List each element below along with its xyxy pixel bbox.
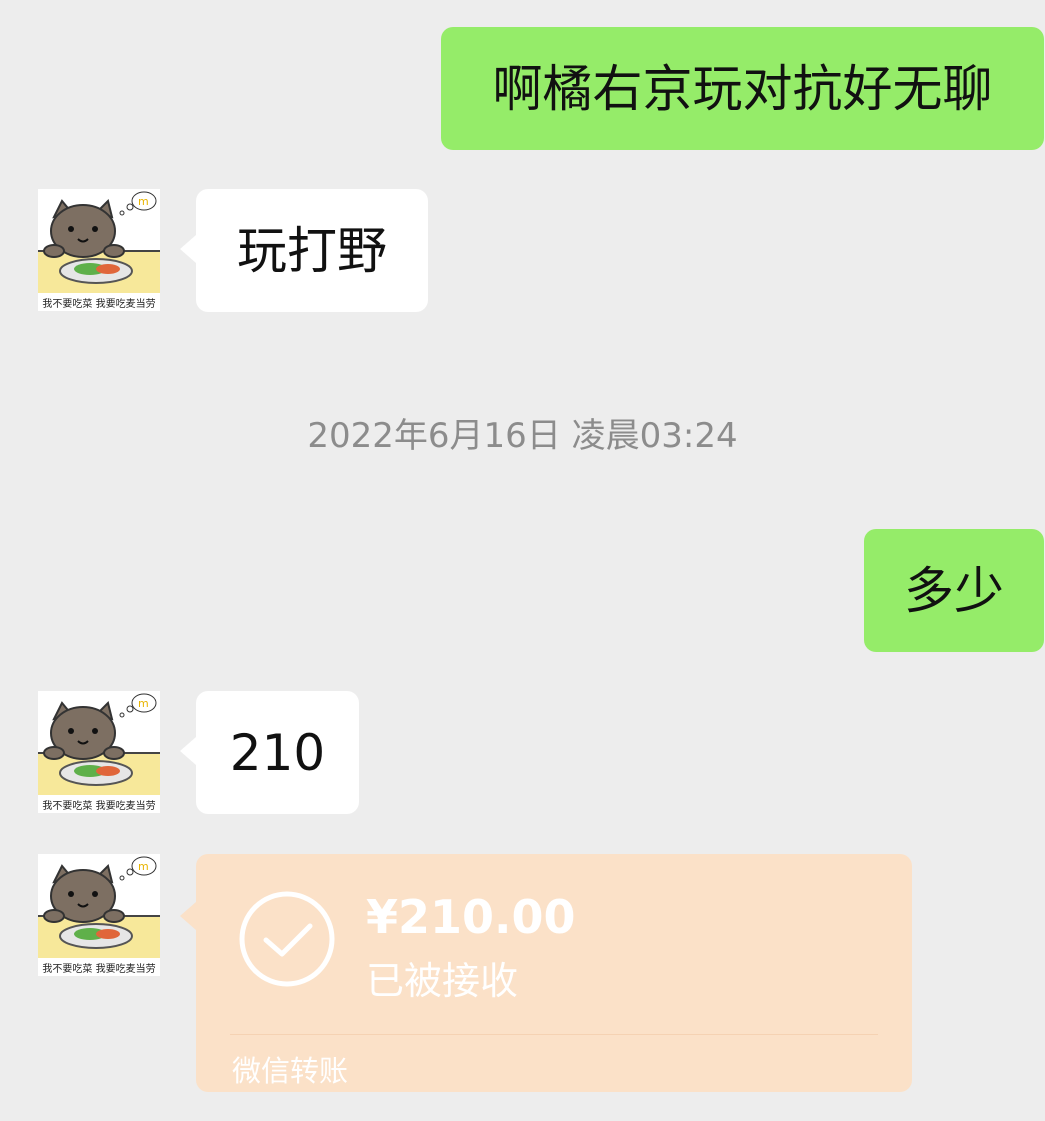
outgoing-message-bubble[interactable]: 多少 — [864, 529, 1044, 652]
transfer-divider — [230, 1034, 878, 1035]
svg-text:m: m — [138, 697, 149, 710]
incoming-message-bubble[interactable]: 玩打野 — [180, 189, 428, 312]
transfer-label: 微信转账 — [232, 1054, 349, 1088]
transfer-status: 已被接收 — [366, 959, 519, 1003]
cat-eating-avatar-icon: m — [38, 854, 160, 976]
svg-text:m: m — [138, 195, 149, 208]
message-text: 啊橘右京玩对抗好无聊 — [492, 59, 993, 118]
message-text: 玩打野 — [237, 221, 387, 280]
cat-eating-avatar-icon: m — [38, 189, 160, 311]
chat-timestamp: 2022年6月16日 凌晨03:24 — [307, 416, 738, 456]
cat-eating-avatar-icon: m — [38, 691, 160, 813]
incoming-message-bubble[interactable]: 210 — [180, 691, 359, 814]
contact-avatar[interactable]: m 我不要吃菜 我要吃麦当劳 — [38, 189, 160, 311]
outgoing-message-bubble[interactable]: 啊橘右京玩对抗好无聊 — [441, 27, 1044, 150]
check-circle-icon — [239, 891, 335, 987]
transfer-amount: ¥210.00 — [366, 890, 576, 944]
contact-avatar[interactable]: m 我不要吃菜 我要吃麦当劳 — [38, 854, 160, 976]
message-text: 210 — [229, 723, 326, 782]
avatar-caption: 我不要吃菜 我要吃麦当劳 — [42, 964, 156, 975]
message-text: 多少 — [904, 561, 1004, 620]
avatar-caption: 我不要吃菜 我要吃麦当劳 — [42, 801, 156, 812]
avatar-caption: 我不要吃菜 我要吃麦当劳 — [42, 299, 156, 310]
svg-text:m: m — [138, 860, 149, 873]
contact-avatar[interactable]: m 我不要吃菜 我要吃麦当劳 — [38, 691, 160, 813]
wechat-transfer-card[interactable]: ¥210.00 已被接收 微信转账 — [180, 854, 912, 1092]
